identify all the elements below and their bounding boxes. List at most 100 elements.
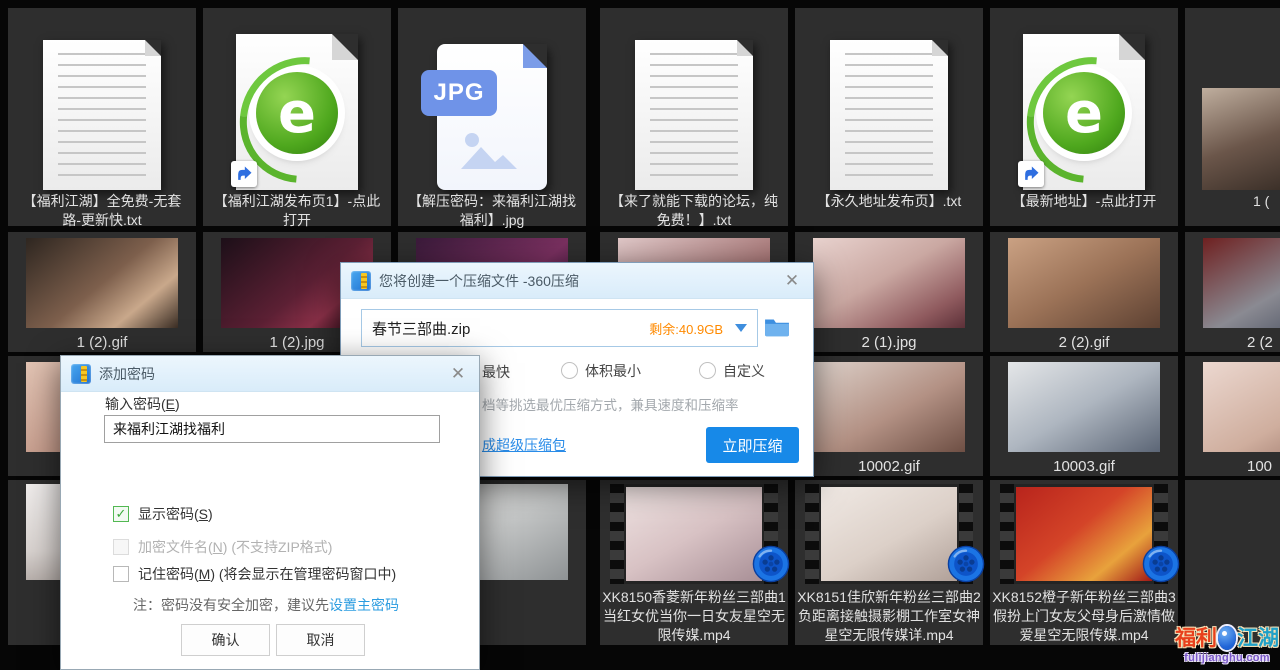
file-name: 10002.gif [795,457,983,476]
compress-now-button[interactable]: 立即压缩 [706,427,799,463]
browser-shortcut-icon: e [1023,34,1145,190]
label-text: ) (不支持ZIP格式) [223,539,333,555]
gif-thumbnail-placeholder [1008,238,1160,328]
close-icon[interactable]: ✕ [447,364,469,384]
image-thumbnail-placeholder [1202,88,1280,190]
thumbnail-placeholder [1203,362,1280,452]
chevron-down-icon[interactable] [735,324,747,332]
set-master-password-link[interactable]: 设置主密码 [329,597,399,613]
file-name: 100 [1185,457,1280,476]
file-tile[interactable]: XK8152橙子新年粉丝三部曲3假扮上门女友父母身后激情做爱星空无限传媒.mp4 [990,480,1178,645]
site-logo-text: 福利江湖 [1175,626,1279,650]
file-name: 10003.gif [990,457,1178,476]
label-text: 显示密码( [138,506,199,522]
super-package-link[interactable]: 成超级压缩包 [482,435,566,455]
close-icon[interactable]: ✕ [781,271,803,291]
file-tile[interactable]: 1 (2).gif [8,232,196,352]
free-space-label: 剩余:40.9GB [649,319,723,338]
file-name: 【解压密码：来福利江湖找福利】.jpg [401,192,583,230]
icon-area: JPG [398,18,586,190]
dialog-title: 添加密码 [99,364,447,384]
checkbox-encrypt-filenames: 加密文件名(N) (不支持ZIP格式) [113,538,332,556]
file-tile[interactable]: 2 (2 [1185,232,1280,352]
file-name: 【永久地址发布页】.txt [798,192,980,211]
archive-filename-input[interactable]: 春节三部曲.zip 剩余:40.9GB [361,309,758,347]
green-e-browser-icon: e [1043,72,1125,154]
file-tile[interactable]: 【福利江湖】全免费-无套路-更新快.txt [8,8,196,226]
mnemonic-key: M [199,566,211,582]
file-name: 【福利江湖发布页1】-点此打开 [206,192,388,230]
note-text: 注：密码没有安全加密，建议先 [133,597,329,613]
video-player-badge-icon [947,545,985,588]
icon-area: e [990,18,1178,190]
checkbox-remember-password[interactable]: 记住密码(M) (将会显示在管理密码窗口中) [113,565,396,583]
gif-thumbnail-placeholder [813,362,965,452]
radio-custom[interactable]: 自定义 [699,361,765,381]
file-tile[interactable]: 100 [1185,356,1280,476]
page-fold [932,40,948,56]
jpg-thumbnail-placeholder [813,238,965,328]
video-thumbnail [805,484,973,584]
mode-description: 档等挑选最优压缩方式，兼具速度和压缩率 [482,394,739,414]
checkbox-checked-icon[interactable]: ✓ [113,506,129,522]
file-name: 【来了就能下载的论坛，纯免费！】.txt [603,192,785,230]
label-text: ) [175,396,180,412]
file-name: 2 (2 [1185,333,1280,352]
file-tile[interactable]: 2 (1).jpg [795,232,983,352]
file-name: XK8152橙子新年粉丝三部曲3假扮上门女友父母身后激情做爱星空无限传媒.mp4 [990,588,1178,645]
checkbox-show-password[interactable]: ✓ 显示密码(S) [113,505,213,523]
jpg-badge: JPG [421,70,497,116]
mnemonic-key: E [166,396,175,412]
jpg-file-icon: JPG [437,44,547,190]
shortcut-arrow-icon [1018,161,1044,187]
dialog-titlebar[interactable]: 您将创建一个压缩文件 -360压缩 ✕ [341,263,813,299]
file-tile[interactable]: 【来了就能下载的论坛，纯免费！】.txt [600,8,788,226]
confirm-button[interactable]: 确认 [181,624,270,656]
360zip-app-icon [351,271,371,291]
checkbox-disabled-icon [113,539,129,555]
file-tile[interactable]: 2 (2).gif [990,232,1178,352]
page-fold [737,40,753,56]
radio-icon[interactable] [561,362,578,379]
site-url: fulijianghu.com [1175,653,1279,664]
file-tile[interactable]: e 【福利江湖发布页1】-点此打开 [203,8,391,226]
label-text: 记住密码( [138,566,199,582]
video-thumbnail [1000,484,1168,584]
logo-text-right: 江湖 [1237,627,1279,650]
video-frame-placeholder [821,487,957,581]
checkbox-unchecked-icon[interactable] [113,566,129,582]
file-tile[interactable]: 10003.gif [990,356,1178,476]
file-name: 【福利江湖】全免费-无套路-更新快.txt [11,192,193,230]
dialog-titlebar[interactable]: 添加密码 ✕ [61,356,479,392]
file-name: 2 (1).jpg [795,333,983,352]
image-glyph-icon [457,129,521,178]
browse-folder-button[interactable] [764,315,790,339]
cancel-button[interactable]: 取消 [276,624,365,656]
txt-file-icon [43,40,161,190]
gif-thumbnail-placeholder [1008,362,1160,452]
file-tile[interactable]: 10002.gif [795,356,983,476]
txt-file-icon [830,40,948,190]
page-fold [332,34,358,60]
site-logo: 福利江湖 fulijianghu.com [1175,626,1279,664]
file-tile[interactable]: JPG 【解压密码：来福利江湖找福利】.jpg [398,8,586,226]
file-tile[interactable]: XK8150香菱新年粉丝三部曲1当红女优当你一日女友星空无限传媒.mp4 [600,480,788,645]
file-tile[interactable]: 1 ( [1185,8,1280,226]
video-frame-placeholder [626,487,762,581]
label-text: 输入密码( [105,396,166,412]
file-name: XK8151佳欣新年粉丝三部曲2负距离接触摄影棚工作室女神星空无限传媒详.mp4 [795,588,983,645]
file-tile[interactable]: XK8151佳欣新年粉丝三部曲2负距离接触摄影棚工作室女神星空无限传媒详.mp4 [795,480,983,645]
file-tile[interactable]: 【永久地址发布页】.txt [795,8,983,226]
password-field-label: 输入密码(E) [105,394,180,414]
radio-smallest-size[interactable]: 体积最小 [561,361,641,381]
icon-area [600,18,788,190]
password-input[interactable] [104,415,440,443]
mode-fastest-label[interactable]: 最快 [482,362,510,382]
mode-custom-label: 自定义 [723,363,765,379]
label-text: 加密文件名( [138,539,213,555]
file-tile[interactable]: e 【最新地址】-点此打开 [990,8,1178,226]
text-lines-decoration [650,53,738,176]
radio-icon[interactable] [699,362,716,379]
file-tile[interactable] [1185,480,1280,645]
text-lines-decoration [58,53,146,176]
